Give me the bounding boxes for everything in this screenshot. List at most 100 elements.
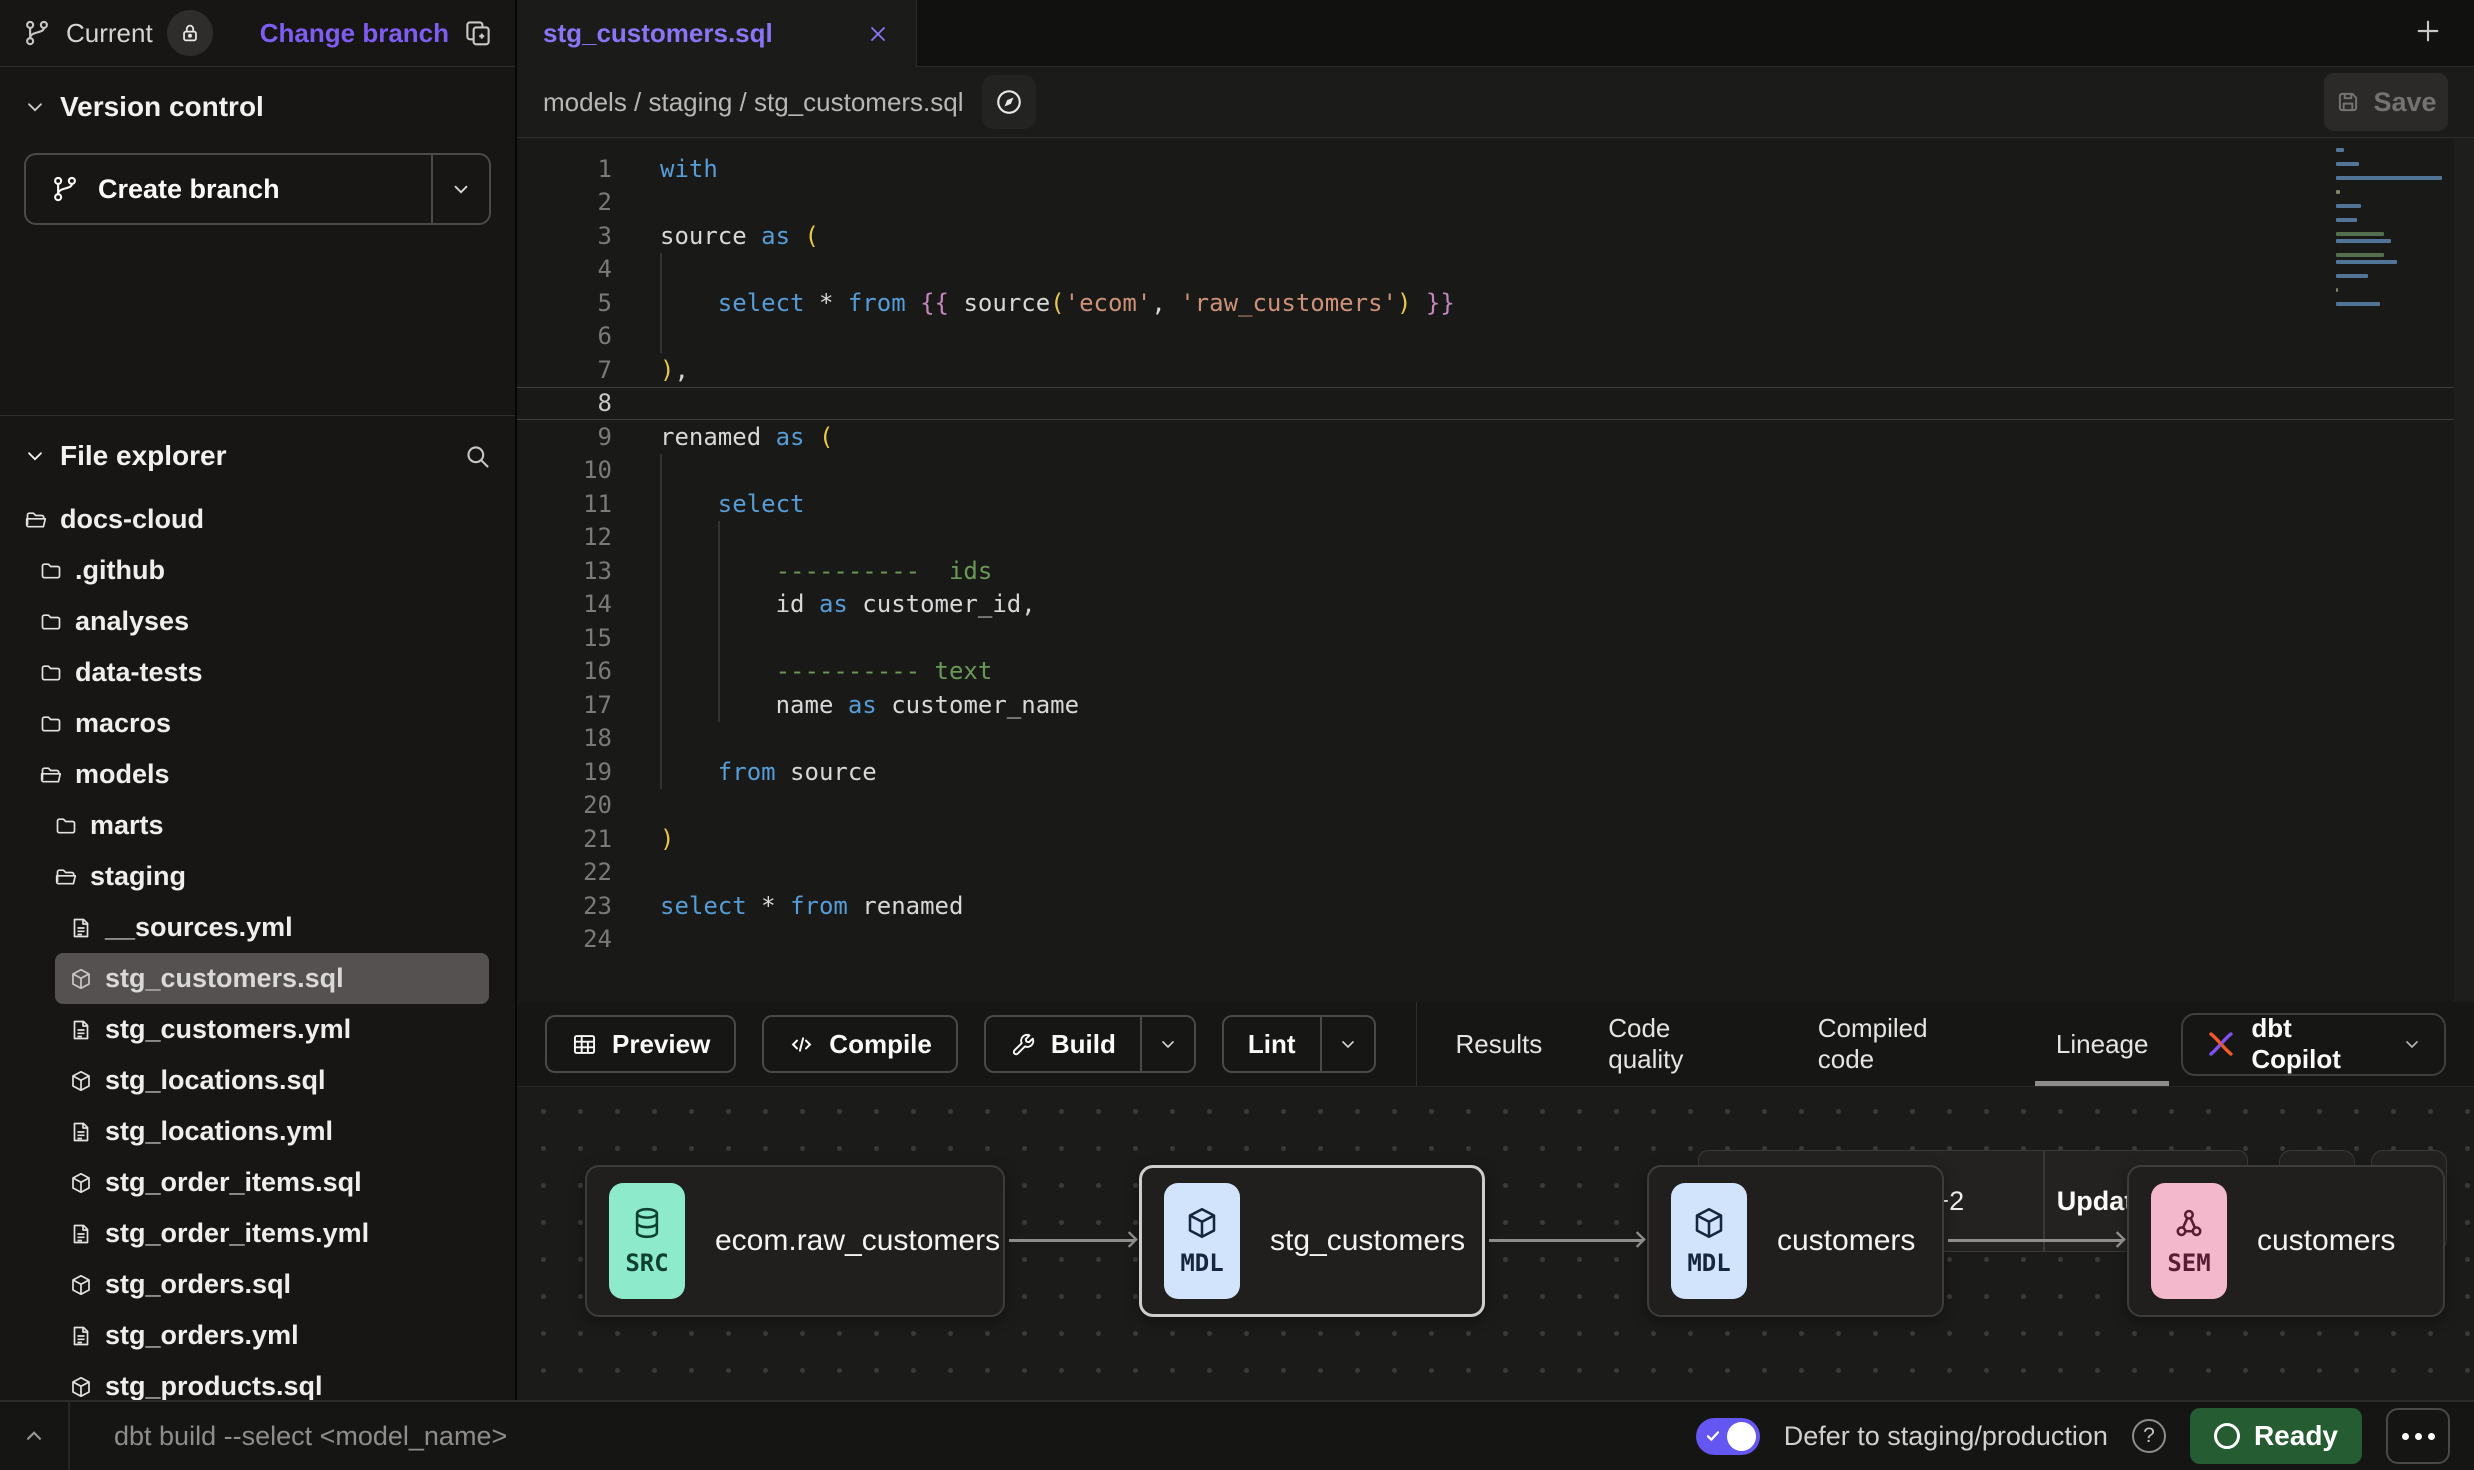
dbt-copilot-button[interactable]: dbt Copilot bbox=[2181, 1013, 2446, 1076]
lineage-node-customers[interactable]: MDLcustomers bbox=[1647, 1165, 1944, 1317]
node-badge-sem: SEM bbox=[2151, 1183, 2227, 1299]
file-tree-item-stg-products-sql[interactable]: stg_products.sql bbox=[55, 1361, 489, 1400]
lock-icon bbox=[179, 22, 201, 44]
code-line-16[interactable]: 16 ---------- text bbox=[517, 655, 2474, 689]
file-tree-label: stg_locations.sql bbox=[105, 1065, 326, 1096]
lineage-panel[interactable]: 2+stg_customers+2 Update Graph SRCecom.r… bbox=[517, 1087, 2474, 1400]
code-line-6[interactable]: 6 bbox=[517, 320, 2474, 354]
panel-tab-lineage[interactable]: Lineage bbox=[2023, 1002, 2182, 1086]
file-tree-item-macros[interactable]: macros bbox=[25, 698, 489, 749]
build-button[interactable]: Build bbox=[984, 1015, 1196, 1073]
file-icon bbox=[69, 1120, 93, 1144]
lint-button[interactable]: Lint bbox=[1222, 1015, 1376, 1073]
code-line-15[interactable]: 15 bbox=[517, 621, 2474, 655]
code-line-22[interactable]: 22 bbox=[517, 856, 2474, 890]
line-number: 17 bbox=[517, 691, 612, 719]
file-tree-item-stg-order-items-sql[interactable]: stg_order_items.sql bbox=[55, 1157, 489, 1208]
code-line-content bbox=[660, 254, 2474, 286]
preview-label: Preview bbox=[612, 1029, 710, 1060]
code-line-3[interactable]: 3source as ( bbox=[517, 219, 2474, 253]
file-tree-item-analyses[interactable]: analyses bbox=[25, 596, 489, 647]
copilot-compass-icon[interactable] bbox=[982, 75, 1036, 129]
code-line-19[interactable]: 19 from source bbox=[517, 755, 2474, 789]
code-line-10[interactable]: 10 bbox=[517, 454, 2474, 488]
editor-minimap[interactable] bbox=[2336, 148, 2448, 316]
chevron-down-icon bbox=[24, 96, 46, 118]
folder-icon bbox=[39, 559, 63, 583]
file-tree-item-stg-order-items-yml[interactable]: stg_order_items.yml bbox=[55, 1208, 489, 1259]
file-tree-item-marts[interactable]: marts bbox=[40, 800, 489, 851]
defer-toggle[interactable] bbox=[1696, 1418, 1760, 1455]
code-line-14[interactable]: 14 id as customer_id, bbox=[517, 588, 2474, 622]
panel-tab-results[interactable]: Results bbox=[1423, 1002, 1576, 1086]
file-tree-item-stg-orders-yml[interactable]: stg_orders.yml bbox=[55, 1310, 489, 1361]
file-tree-item-stg-orders-sql[interactable]: stg_orders.sql bbox=[55, 1259, 489, 1310]
code-line-1[interactable]: 1with bbox=[517, 152, 2474, 186]
line-number: 24 bbox=[517, 925, 612, 953]
lineage-node-customers[interactable]: SEM customers bbox=[2127, 1165, 2445, 1317]
file-tree-item-data-tests[interactable]: data-tests bbox=[25, 647, 489, 698]
code-line-5[interactable]: 5 select * from {{ source('ecom', 'raw_c… bbox=[517, 286, 2474, 320]
code-line-17[interactable]: 17 name as customer_name bbox=[517, 688, 2474, 722]
file-tree-item--github[interactable]: .github bbox=[25, 545, 489, 596]
build-dropdown[interactable] bbox=[1142, 1017, 1194, 1071]
code-line-13[interactable]: 13 ---------- ids bbox=[517, 554, 2474, 588]
folder-open-icon bbox=[54, 865, 78, 889]
copy-icon[interactable] bbox=[463, 18, 493, 48]
compile-button[interactable]: Compile bbox=[762, 1015, 958, 1073]
file-tree-label: stg_order_items.sql bbox=[105, 1167, 362, 1198]
file-explorer-header[interactable]: File explorer bbox=[0, 440, 515, 472]
code-line-content: with bbox=[660, 153, 2474, 185]
file-tree-item-docs-cloud[interactable]: docs-cloud bbox=[10, 494, 489, 545]
new-tab-button[interactable] bbox=[2412, 15, 2444, 52]
code-line-4[interactable]: 4 bbox=[517, 253, 2474, 287]
code-line-8[interactable]: 8 bbox=[517, 387, 2474, 421]
code-line-9[interactable]: 9renamed as ( bbox=[517, 420, 2474, 454]
code-editor[interactable]: 1with23source as (45 select * from {{ so… bbox=[517, 138, 2474, 1002]
lint-dropdown[interactable] bbox=[1322, 1017, 1374, 1071]
search-icon[interactable] bbox=[463, 442, 491, 470]
code-line-20[interactable]: 20 bbox=[517, 789, 2474, 823]
node-label: customers bbox=[2257, 1224, 2395, 1258]
panel-tab-compiled-code[interactable]: Compiled code bbox=[1785, 1002, 2023, 1086]
code-line-24[interactable]: 24 bbox=[517, 923, 2474, 957]
help-icon[interactable]: ? bbox=[2132, 1419, 2166, 1453]
code-line-21[interactable]: 21) bbox=[517, 822, 2474, 856]
code-line-2[interactable]: 2 bbox=[517, 186, 2474, 220]
file-tree-item-staging[interactable]: staging bbox=[40, 851, 489, 902]
create-branch-button[interactable]: Create branch bbox=[24, 153, 491, 225]
ready-status-button[interactable]: Ready bbox=[2190, 1408, 2362, 1464]
file-tree-item-models[interactable]: models bbox=[25, 749, 489, 800]
code-line-11[interactable]: 11 select bbox=[517, 487, 2474, 521]
file-tree-item-stg-customers-yml[interactable]: stg_customers.yml bbox=[55, 1004, 489, 1055]
node-label: ecom.raw_customers bbox=[715, 1224, 1000, 1258]
file-tree-item-stg-customers-sql[interactable]: stg_customers.sql bbox=[55, 953, 489, 1004]
line-number: 23 bbox=[517, 892, 612, 920]
badge-label: SEM bbox=[2167, 1249, 2210, 1277]
file-tree-item-stg-locations-sql[interactable]: stg_locations.sql bbox=[55, 1055, 489, 1106]
file-tree-label: docs-cloud bbox=[60, 504, 204, 535]
code-line-23[interactable]: 23select * from renamed bbox=[517, 889, 2474, 923]
expand-command-bar-button[interactable] bbox=[0, 1423, 68, 1449]
create-branch-dropdown[interactable] bbox=[433, 155, 489, 223]
version-control-header[interactable]: Version control bbox=[24, 91, 491, 123]
close-icon[interactable] bbox=[866, 22, 890, 46]
code-line-7[interactable]: 7), bbox=[517, 353, 2474, 387]
line-number: 19 bbox=[517, 758, 612, 786]
lineage-node-ecom-raw-customers[interactable]: SRCecom.raw_customers bbox=[585, 1165, 1005, 1317]
tab-stg-customers-sql[interactable]: stg_customers.sql bbox=[517, 0, 917, 67]
code-line-12[interactable]: 12 bbox=[517, 521, 2474, 555]
file-tree-item--sources-yml[interactable]: __sources.yml bbox=[55, 902, 489, 953]
save-button[interactable]: Save bbox=[2324, 73, 2448, 131]
database-icon bbox=[629, 1205, 665, 1241]
lineage-node-stg-customers[interactable]: MDLstg_customers bbox=[1139, 1165, 1485, 1317]
more-options-button[interactable] bbox=[2386, 1408, 2450, 1464]
preview-button[interactable]: Preview bbox=[545, 1015, 736, 1073]
panel-tab-code-quality[interactable]: Code quality bbox=[1575, 1002, 1785, 1086]
code-line-18[interactable]: 18 bbox=[517, 722, 2474, 756]
command-input[interactable]: dbt build --select <model_name> bbox=[114, 1421, 1696, 1452]
wrench-icon bbox=[1010, 1031, 1037, 1058]
editor-scrollbar[interactable] bbox=[2454, 138, 2474, 1002]
change-branch-link[interactable]: Change branch bbox=[260, 18, 449, 49]
file-tree-item-stg-locations-yml[interactable]: stg_locations.yml bbox=[55, 1106, 489, 1157]
